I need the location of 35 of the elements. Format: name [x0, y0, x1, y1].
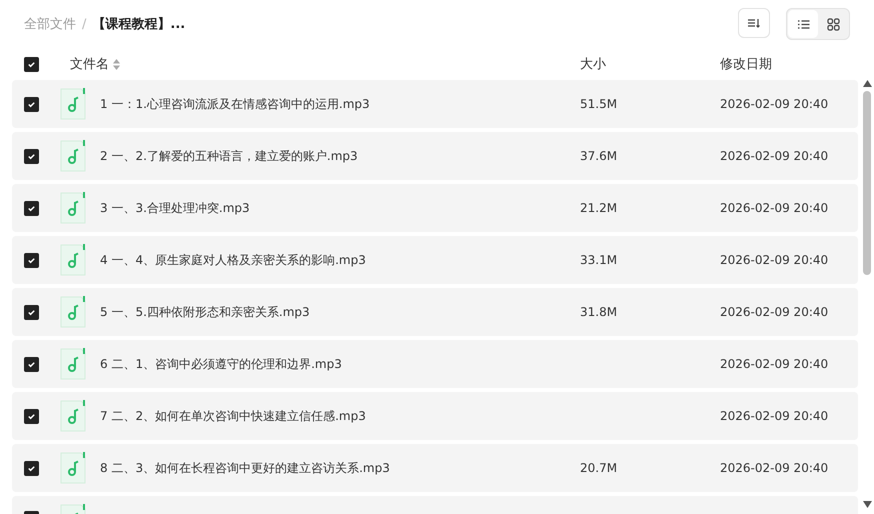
file-name[interactable]: 3 一、3.合理处理冲突.mp3 [100, 200, 580, 216]
modified-date: 2026-02-09 20:40 [720, 149, 830, 163]
file-name[interactable]: 7 二、2、如何在单次咨询中快速建立信任感.mp3 [100, 408, 580, 424]
file-name[interactable]: 6 二、1、咨询中必须遵守的伦理和边界.mp3 [100, 356, 580, 372]
file-row[interactable]: 4 一、4、原生家庭对人格及亲密关系的影响.mp3 33.1M 2026-02-09 20:40 [12, 236, 858, 284]
file-name[interactable]: 8 二、3、如何在长程咨询中更好的建立咨访关系.mp3 [100, 460, 580, 476]
file-size: 31.8M [580, 305, 618, 319]
file-name[interactable]: 1 一：1.心理咨询流派及在情感咨询中的运用.mp3 [100, 96, 580, 112]
breadcrumb-separator: / [82, 16, 86, 32]
column-header[interactable]: 大小 [580, 55, 606, 73]
file-name[interactable]: 4 一、4、原生家庭对人格及亲密关系的影响.mp3 [100, 252, 580, 268]
modified-date: 2026-02-09 20:40 [720, 305, 830, 319]
file-size: 20.7M [580, 461, 618, 475]
file-row[interactable]: 5 一、5.四种依附形态和亲密关系.mp3 31.8M 2026-02-09 20:40 [12, 288, 858, 336]
file-size: 33.1M [580, 253, 618, 267]
file-size: 51.5M [580, 97, 618, 111]
modified-date: 2026-02-09 20:40 [720, 97, 830, 111]
file-row[interactable]: 6 二、1、咨询中必须遵守的伦理和边界.mp3 2026-02-09 20:40 [12, 340, 858, 388]
file-row[interactable]: 3 一、3.合理处理冲突.mp3 21.2M 2026-02-09 20:40 [12, 184, 858, 232]
modified-date: 2026-02-09 20:40 [720, 253, 830, 267]
file-name[interactable]: 2 一、2.了解爱的五种语言，建立爱的账户.mp3 [100, 148, 580, 164]
file-row[interactable]: 8 二、3、如何在长程咨询中更好的建立咨访关系.mp3 20.7M 2026-02-09 20:40 [12, 444, 858, 492]
modified-date: 2026-02-09 20:40 [720, 461, 830, 475]
breadcrumb-item: 【课程教程】... [92, 16, 186, 33]
file-row[interactable]: 1 一：1.心理咨询流派及在情感咨询中的运用.mp3 51.5M 2026-02-09 20:40 [12, 80, 858, 128]
column-header[interactable]: 文件名 [70, 55, 109, 73]
modified-date: 2026-02-09 20:40 [720, 409, 830, 423]
column-header[interactable]: 修改日期 [720, 55, 772, 73]
modified-date: 2026-02-09 20:40 [720, 357, 830, 371]
modified-date: 2026-02-09 20:40 [720, 201, 830, 215]
file-size: 21.2M [580, 201, 618, 215]
file-size: 37.6M [580, 149, 618, 163]
file-row[interactable]: 2 一、2.了解爱的五种语言，建立爱的账户.mp3 37.6M 2026-02-09 20:40 [12, 132, 858, 180]
file-row[interactable]: 7 二、2、如何在单次咨询中快速建立信任感.mp3 2026-02-09 20:40 [12, 392, 858, 440]
file-name[interactable]: 5 一、5.四种依附形态和亲密关系.mp3 [100, 304, 580, 320]
